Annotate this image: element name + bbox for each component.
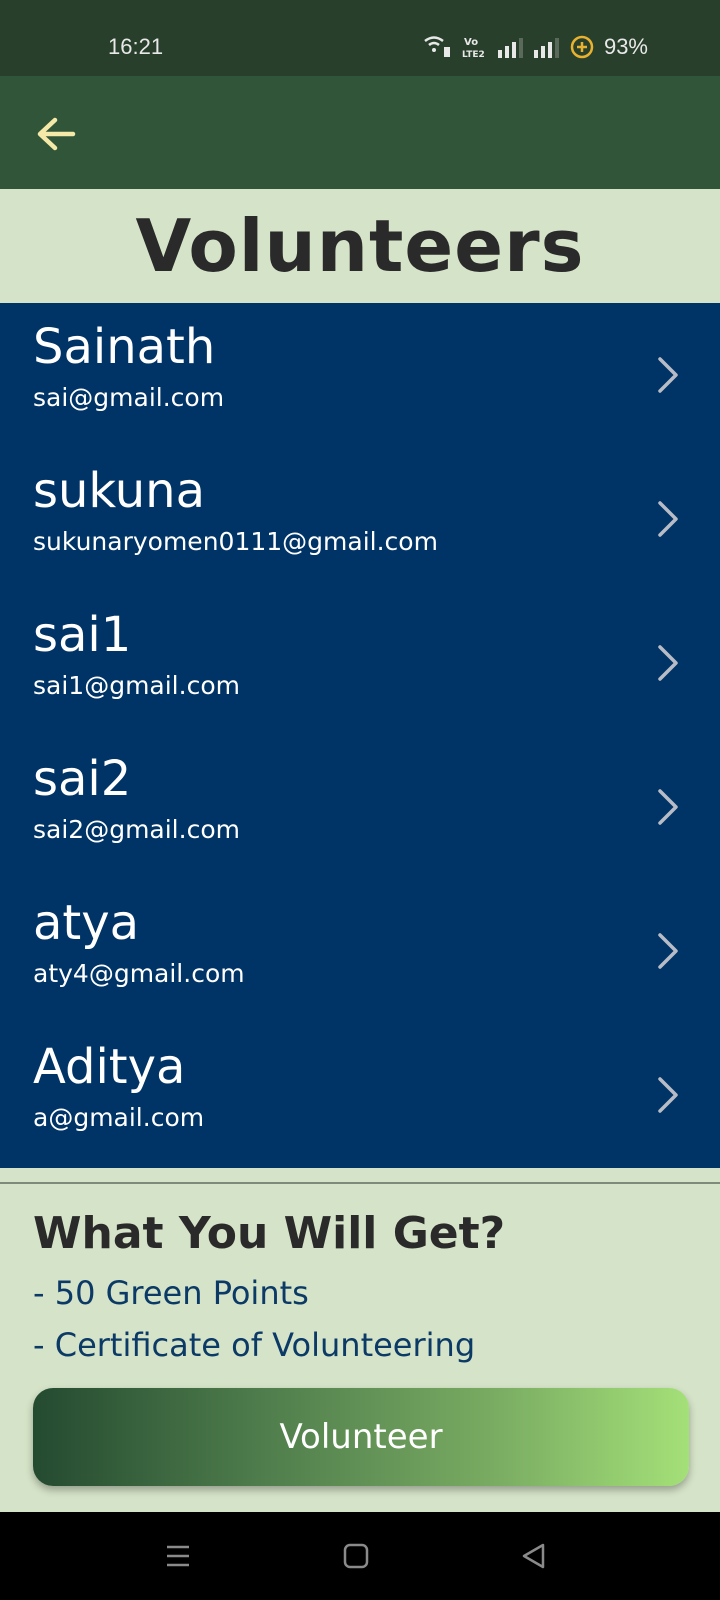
recent-apps-button[interactable] bbox=[160, 1538, 196, 1574]
wifi-call-icon bbox=[424, 36, 450, 57]
benefit-item: - Certificate of Volunteering bbox=[33, 1326, 476, 1364]
chevron-right-icon bbox=[658, 789, 678, 825]
volunteer-name: sai1 bbox=[33, 607, 132, 663]
chevron-right-icon bbox=[658, 645, 678, 681]
volunteer-name: sukuna bbox=[33, 463, 206, 519]
volunteer-item[interactable]: Sainath sai@gmail.com bbox=[0, 303, 720, 447]
back-triangle-icon bbox=[522, 1543, 545, 1569]
menu-icon bbox=[167, 1545, 189, 1567]
volunteer-email: sai1@gmail.com bbox=[33, 671, 240, 700]
volunteer-item[interactable]: Aditya a@gmail.com bbox=[0, 1023, 720, 1167]
volunteer-button[interactable]: Volunteer bbox=[33, 1388, 689, 1486]
section-divider bbox=[0, 1182, 720, 1184]
status-time: 16:21 bbox=[108, 34, 164, 59]
volunteer-item[interactable]: atya aty4@gmail.com bbox=[0, 879, 720, 1023]
chevron-right-icon bbox=[658, 1077, 678, 1113]
volunteer-email: aty4@gmail.com bbox=[33, 959, 245, 988]
volunteer-name: Aditya bbox=[33, 1039, 186, 1095]
title-band: Volunteers bbox=[0, 189, 720, 303]
battery-saver-icon bbox=[570, 35, 594, 59]
system-nav-bar bbox=[0, 1512, 720, 1600]
signal-icon-1 bbox=[497, 38, 523, 58]
chevron-right-icon bbox=[658, 357, 678, 393]
home-button[interactable] bbox=[338, 1538, 374, 1574]
home-square-icon bbox=[343, 1543, 369, 1569]
status-bar: 16:21 Vo LTE2 93% bbox=[0, 0, 720, 76]
chevron-right-icon bbox=[658, 933, 678, 969]
back-button[interactable] bbox=[32, 110, 80, 158]
volunteer-name: atya bbox=[33, 895, 140, 951]
volunteer-email: sai@gmail.com bbox=[33, 383, 225, 412]
svg-text:LTE2: LTE2 bbox=[462, 50, 485, 59]
battery-percentage: 93% bbox=[603, 34, 648, 59]
volunteer-email: sai2@gmail.com bbox=[33, 815, 240, 844]
volte-icon: Vo LTE2 bbox=[462, 37, 485, 59]
status-icons: Vo LTE2 93% bbox=[422, 34, 648, 60]
svg-text:Vo: Vo bbox=[464, 37, 478, 48]
app-bar bbox=[0, 76, 720, 189]
volunteer-name: sai2 bbox=[33, 751, 132, 807]
volunteer-email: a@gmail.com bbox=[33, 1103, 205, 1132]
volunteer-item[interactable]: sai2 sai2@gmail.com bbox=[0, 735, 720, 879]
volunteer-name: Sainath bbox=[33, 319, 216, 375]
volunteer-email: sukunaryomen0111@gmail.com bbox=[33, 527, 438, 556]
volunteer-button-label: Volunteer bbox=[279, 1417, 443, 1457]
page-title: Volunteers bbox=[135, 204, 585, 288]
benefit-item: - 50 Green Points bbox=[33, 1274, 309, 1312]
chevron-right-icon bbox=[658, 501, 678, 537]
arrow-left-icon bbox=[37, 117, 76, 151]
volunteer-list: Sainath sai@gmail.com sukuna sukunaryome… bbox=[0, 303, 720, 1168]
signal-icon-2 bbox=[533, 38, 559, 58]
benefits-title: What You Will Get? bbox=[33, 1208, 506, 1259]
back-nav-button[interactable] bbox=[516, 1538, 552, 1574]
volunteer-item[interactable]: sai1 sai1@gmail.com bbox=[0, 591, 720, 735]
volunteer-item[interactable]: sukuna sukunaryomen0111@gmail.com bbox=[0, 447, 720, 591]
